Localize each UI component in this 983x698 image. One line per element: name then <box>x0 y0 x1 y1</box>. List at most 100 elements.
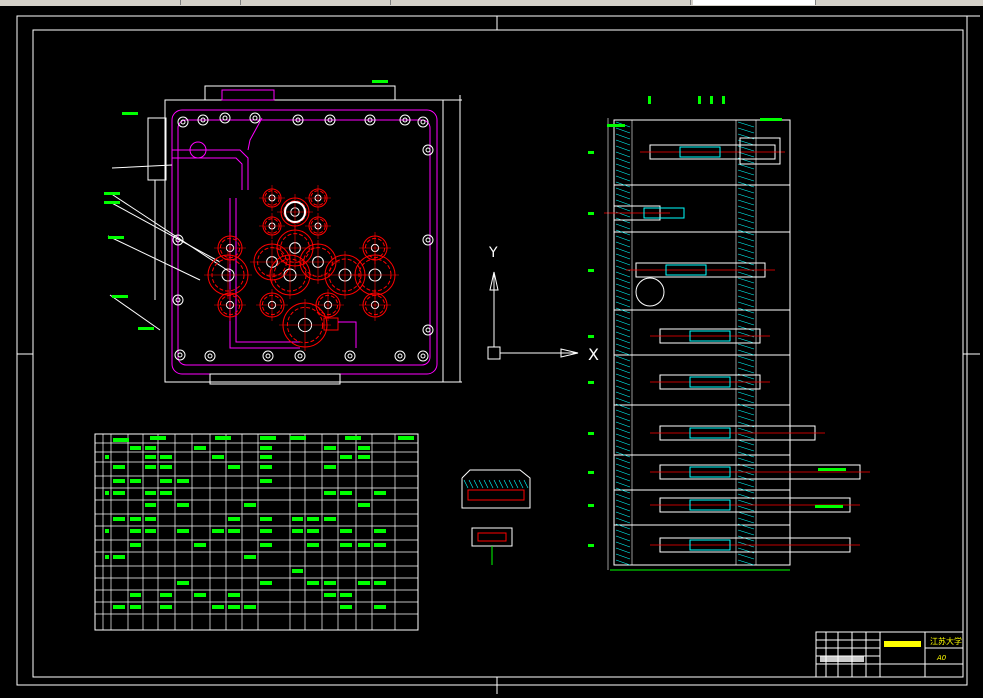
hatch <box>615 409 631 416</box>
table-cell-text <box>228 593 240 597</box>
hatch <box>615 349 631 356</box>
hatch <box>737 397 755 404</box>
table-cell-text <box>160 465 172 469</box>
bolt-hole <box>262 350 274 362</box>
toolbar-segment[interactable] <box>390 0 691 5</box>
bolt-hole <box>177 116 189 128</box>
hatch <box>737 391 755 398</box>
bolt-center <box>252 115 258 121</box>
table-cell-text <box>292 529 303 533</box>
detail-hatch <box>518 479 524 489</box>
hatch <box>615 499 631 506</box>
shaft-label <box>588 504 594 507</box>
hatch <box>615 535 631 542</box>
hatch <box>737 343 755 350</box>
housing-inner-2 <box>177 119 431 366</box>
hatch <box>615 475 631 482</box>
bolt-center <box>207 353 213 359</box>
table-cell-text <box>194 446 206 450</box>
table-cell-text <box>307 517 319 521</box>
table-cell-text <box>324 581 336 585</box>
cover-flange <box>204 85 396 101</box>
hatch <box>615 463 631 470</box>
leader-label <box>112 295 128 298</box>
table-header-text <box>150 436 166 440</box>
hatch <box>615 301 631 308</box>
detail-hatch <box>508 479 514 489</box>
hatch <box>737 409 755 416</box>
hatch <box>615 493 631 500</box>
top-tag <box>710 96 713 104</box>
pipe <box>172 149 249 190</box>
hatch <box>737 553 755 560</box>
table-cell-text <box>260 479 272 483</box>
toolbar-segment[interactable] <box>180 0 241 5</box>
hatch <box>737 505 755 512</box>
detail-view <box>461 469 531 565</box>
bolt-hole <box>417 350 429 362</box>
layer-dropdown[interactable] <box>693 0 816 5</box>
hatch <box>615 277 631 284</box>
top-label <box>760 118 782 121</box>
hatch <box>615 193 631 200</box>
hatch <box>615 367 631 374</box>
pipe <box>338 321 357 348</box>
hatch <box>615 337 631 344</box>
bolt-center <box>425 327 431 333</box>
table-cell-text <box>340 543 352 547</box>
hatch <box>737 445 755 452</box>
toolbar-segment[interactable] <box>240 0 391 5</box>
motor-box <box>739 137 781 165</box>
hatch <box>737 193 755 200</box>
table-cell-text <box>374 491 386 495</box>
detail-hatch <box>488 479 494 489</box>
table-header-text <box>345 436 361 440</box>
bolt-hole <box>394 350 406 362</box>
table-cell-text <box>160 593 172 597</box>
drawing-canvas[interactable]: Y X 江苏大学 A0 <box>0 6 983 694</box>
table-cell-text <box>113 465 125 469</box>
hatch <box>615 529 631 536</box>
table-header-text <box>215 436 231 440</box>
hatch <box>737 379 755 386</box>
hatch <box>615 511 631 518</box>
table-cell-text <box>105 491 109 495</box>
hatch <box>615 235 631 242</box>
table-cell-text <box>177 581 189 585</box>
bolt-center <box>420 119 426 125</box>
hatch <box>615 127 631 134</box>
callout <box>818 468 846 471</box>
hatch <box>615 133 631 140</box>
hatch <box>615 289 631 296</box>
leader-label <box>138 327 154 330</box>
table-cell-text <box>374 529 386 533</box>
leader-label <box>122 112 138 115</box>
hatch <box>737 163 755 170</box>
bolt-hole <box>219 112 231 124</box>
bolt-center <box>177 352 183 358</box>
table-cell-text <box>130 517 141 521</box>
table-cell-text <box>324 593 336 597</box>
table-border <box>94 433 419 631</box>
top-tag <box>722 96 725 104</box>
hatch <box>615 163 631 170</box>
hatch <box>615 145 631 152</box>
hatch <box>615 283 631 290</box>
leader-label <box>104 192 120 195</box>
table-cell-text <box>292 569 303 573</box>
hatch <box>615 505 631 512</box>
shaft-label <box>588 432 594 435</box>
detail-bore <box>467 489 525 501</box>
table-cell-text <box>340 529 352 533</box>
hatch <box>737 253 755 260</box>
bolt-hole <box>422 234 434 246</box>
table-cell-text <box>260 581 272 585</box>
table-cell-text <box>212 605 224 609</box>
table-header-text <box>290 436 306 440</box>
hatch <box>615 319 631 326</box>
hatch <box>737 469 755 476</box>
table-cell-text <box>260 465 272 469</box>
table-cell-text <box>160 605 172 609</box>
leader-label <box>108 236 124 239</box>
toolbar-segment[interactable] <box>0 0 181 5</box>
